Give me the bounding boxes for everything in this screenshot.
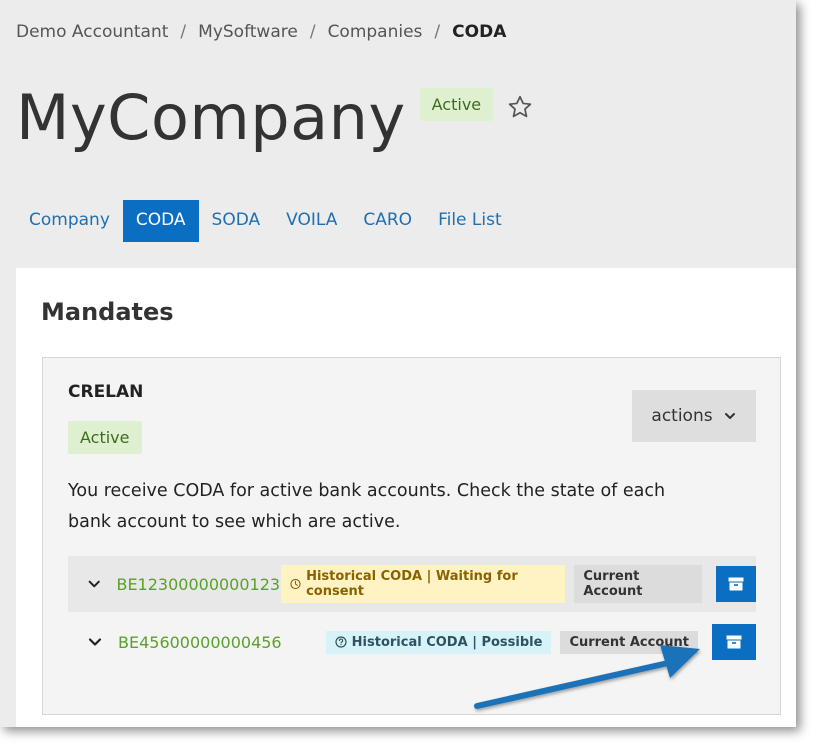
chevron-down-icon [724, 413, 735, 419]
breadcrumb: Demo Accountant / MySoftware / Companies… [16, 22, 506, 42]
account-iban[interactable]: BE12300000000123 [116, 575, 281, 594]
tab-caro[interactable]: CARO [350, 200, 425, 242]
tab-voila[interactable]: VOILA [273, 200, 350, 242]
historical-coda-label: Historical CODA | Waiting for consent [306, 569, 518, 599]
clock-icon [290, 578, 301, 590]
account-type-badge: Current Account [560, 630, 698, 654]
tab-bar: Company CODA SODA VOILA CARO File List [16, 200, 515, 242]
chevron-down-icon[interactable] [86, 575, 102, 593]
breadcrumb-separator: / [309, 22, 316, 42]
archive-icon [726, 635, 742, 649]
account-iban[interactable]: BE45600000000456 [118, 633, 298, 652]
mandates-panel: Mandates CRELAN Active actions You recei… [16, 268, 796, 727]
app-window: Demo Accountant / MySoftware / Companies… [0, 0, 796, 727]
breadcrumb-item-companies[interactable]: Companies [328, 22, 423, 42]
breadcrumb-item-demo-accountant[interactable]: Demo Accountant [16, 22, 168, 42]
archive-button[interactable] [715, 566, 756, 602]
tab-company[interactable]: Company [16, 200, 123, 242]
bank-name: CRELAN [68, 382, 144, 402]
section-title: Mandates [41, 298, 174, 326]
chevron-down-icon[interactable] [86, 633, 104, 651]
mandate-status-badge: Active [68, 421, 142, 454]
mandate-description: You receive CODA for active bank account… [68, 481, 666, 532]
tab-soda[interactable]: SODA [199, 200, 274, 242]
question-circle-icon [335, 636, 347, 648]
page-header: MyCompany Active [16, 82, 533, 154]
breadcrumb-item-mysoftware[interactable]: MySoftware [198, 22, 298, 42]
historical-coda-badge: Historical CODA | Possible [325, 630, 552, 654]
historical-coda-badge: Historical CODA | Waiting for consent [281, 565, 566, 603]
actions-dropdown-button[interactable]: actions [632, 390, 756, 442]
breadcrumb-separator: / [180, 22, 187, 42]
bank-mandate-card: CRELAN Active actions You receive CODA f… [42, 357, 781, 715]
company-status-badge: Active [419, 88, 494, 121]
tab-coda[interactable]: CODA [122, 200, 199, 242]
bank-account-row: BE45600000000456 Historical CODA | Possi… [68, 614, 756, 670]
account-type-badge: Current Account [574, 565, 702, 603]
historical-coda-label: Historical CODA | Possible [351, 634, 543, 650]
actions-label: actions [651, 406, 713, 426]
archive-icon [728, 577, 744, 591]
page-title: MyCompany [16, 81, 406, 154]
bank-account-row: BE12300000000123 Historical CODA | Waiti… [68, 556, 756, 612]
tab-file-list[interactable]: File List [425, 200, 515, 242]
archive-button[interactable] [712, 624, 756, 660]
star-outline-icon[interactable] [507, 94, 533, 120]
breadcrumb-separator: / [434, 22, 441, 42]
breadcrumb-current: CODA [452, 22, 507, 42]
